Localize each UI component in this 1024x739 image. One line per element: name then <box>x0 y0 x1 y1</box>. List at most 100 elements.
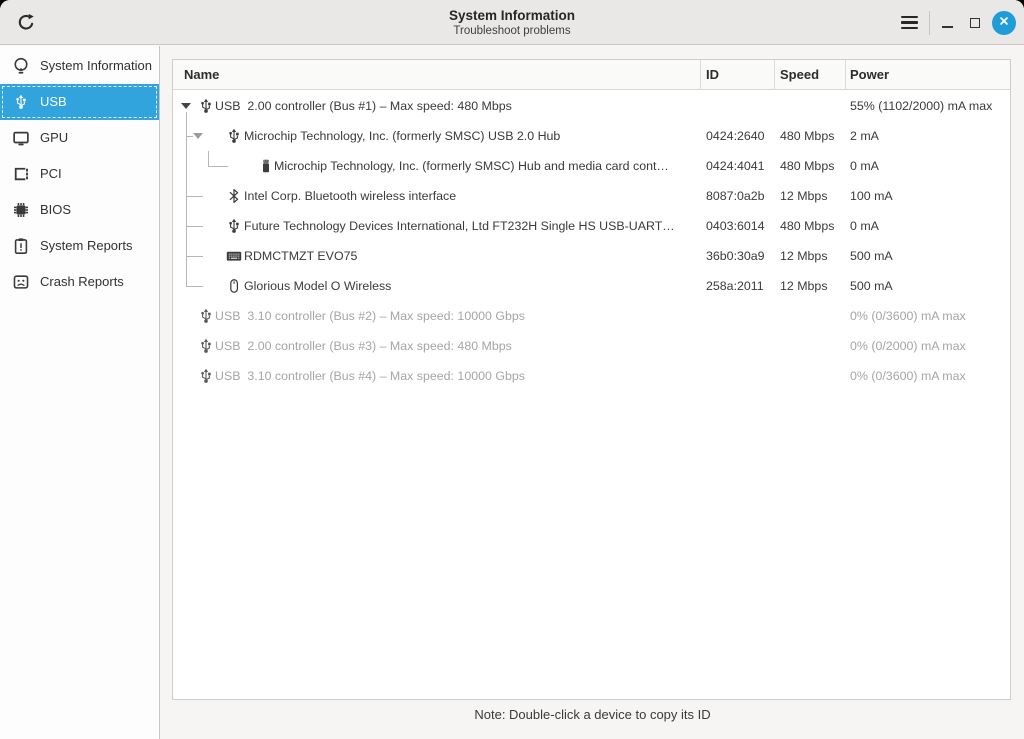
app-window: System Information Troubleshoot problems… <box>0 0 1024 739</box>
tree-line <box>186 226 203 227</box>
minimize-button[interactable] <box>936 9 958 37</box>
device-name: Microchip Technology, Inc. (formerly SMS… <box>274 159 669 173</box>
device-speed: 12 Mbps <box>780 279 828 293</box>
sidebar-item-system-reports[interactable]: System Reports <box>0 228 159 264</box>
maximize-icon <box>970 17 980 28</box>
device-speed: 12 Mbps <box>780 189 828 203</box>
device-id: 258a:2011 <box>706 279 764 293</box>
sidebar-item-label: System Reports <box>40 238 133 253</box>
minimize-icon <box>941 25 953 28</box>
device-id: 36b0:30a9 <box>706 249 765 263</box>
usb-icon <box>198 368 214 384</box>
usb-icon <box>226 218 242 234</box>
column-header-id[interactable]: ID <box>706 60 719 90</box>
crash-face-icon <box>12 273 30 291</box>
sidebar-item-crash-reports[interactable]: Crash Reports <box>0 264 159 300</box>
device-power: 0 mA <box>850 219 879 233</box>
usb-device-table: Name ID Speed Power USB 2.00 controller (Bu… <box>172 59 1011 700</box>
device-name: RDMCTMZT EVO75 <box>244 249 358 263</box>
device-name: Intel Corp. Bluetooth wireless interface <box>244 189 457 203</box>
device-power: 0% (0/3600) mA max <box>850 369 966 383</box>
table-body[interactable]: USB 2.00 controller (Bus #1) – Max speed… <box>173 91 1010 699</box>
device-id: 0424:2640 <box>706 129 765 143</box>
pci-card-icon <box>12 165 30 183</box>
display-icon <box>12 129 30 147</box>
tree-line <box>208 151 209 166</box>
close-button[interactable] <box>992 10 1016 35</box>
close-icon <box>998 15 1010 30</box>
device-row[interactable]: RDMCTMZT EVO75 36b0:30a9 12 Mbps 500 mA <box>173 241 1010 271</box>
device-speed: 480 Mbps <box>780 129 835 143</box>
tree-line <box>208 166 228 167</box>
sidebar-item-usb[interactable]: USB <box>0 84 159 120</box>
usb-icon <box>226 128 242 144</box>
sidebar-item-label: GPU <box>40 130 69 145</box>
device-id: 8087:0a2b <box>706 189 765 203</box>
titlebar[interactable]: System Information Troubleshoot problems <box>0 0 1024 45</box>
usb-icon <box>12 93 30 111</box>
device-row[interactable]: USB 3.10 controller (Bus #4) – Max speed… <box>173 361 1010 391</box>
device-name: Microchip Technology, Inc. (formerly SMS… <box>244 129 561 143</box>
column-header-power[interactable]: Power <box>850 60 889 90</box>
usb-icon <box>198 308 214 324</box>
column-separator <box>774 60 775 90</box>
flash-drive-icon <box>258 158 274 174</box>
mouse-icon <box>226 278 242 294</box>
expander-icon[interactable] <box>181 103 191 109</box>
footer-note: Note: Double-click a device to copy its … <box>474 707 711 722</box>
menu-button[interactable] <box>895 9 923 37</box>
device-id: 0424:4041 <box>706 159 765 173</box>
sidebar-item-system-information[interactable]: System Information <box>0 48 159 84</box>
sidebar-item-label: BIOS <box>40 202 72 217</box>
sidebar-item-label: Crash Reports <box>40 274 124 289</box>
device-row[interactable]: Future Technology Devices International,… <box>173 211 1010 241</box>
maximize-button[interactable] <box>964 9 986 37</box>
device-name: USB 3.10 controller (Bus #4) – Max speed… <box>215 369 525 383</box>
sidebar-item-bios[interactable]: BIOS <box>0 192 159 228</box>
device-power: 0% (0/3600) mA max <box>850 309 966 323</box>
sidebar-item-label: USB <box>40 94 67 109</box>
tree-line <box>186 196 203 197</box>
device-row[interactable]: Glorious Model O Wireless 258a:2011 12 Mbp… <box>173 271 1010 301</box>
sidebar-item-label: PCI <box>40 166 62 181</box>
sidebar-item-pci[interactable]: PCI <box>0 156 159 192</box>
device-speed: 12 Mbps <box>780 249 828 263</box>
window-controls <box>895 0 1016 45</box>
device-row[interactable]: Microchip Technology, Inc. (formerly SMS… <box>173 121 1010 151</box>
device-power: 100 mA <box>850 189 893 203</box>
chip-icon <box>12 201 30 219</box>
device-row[interactable]: USB 2.00 controller (Bus #3) – Max speed… <box>173 331 1010 361</box>
device-speed: 480 Mbps <box>780 219 835 233</box>
column-header-speed[interactable]: Speed <box>780 60 819 90</box>
refresh-icon <box>16 12 36 35</box>
device-row[interactable]: Microchip Technology, Inc. (formerly SMS… <box>173 151 1010 181</box>
column-header-name[interactable]: Name <box>184 60 219 90</box>
device-name: USB 2.00 controller (Bus #3) – Max speed… <box>215 339 512 353</box>
window-title: System Information <box>448 7 576 23</box>
expander-icon[interactable] <box>193 133 203 139</box>
bluetooth-icon <box>226 188 242 204</box>
device-row[interactable]: USB 2.00 controller (Bus #1) – Max speed… <box>173 91 1010 121</box>
device-name: USB 3.10 controller (Bus #2) – Max speed… <box>215 309 525 323</box>
sidebar-item-label: System Information <box>40 58 152 73</box>
main-panel: Name ID Speed Power USB 2.00 controller (Bu… <box>161 46 1024 739</box>
device-power: 2 mA <box>850 129 879 143</box>
usb-icon <box>198 338 214 354</box>
tree-line <box>186 136 193 137</box>
device-name: Glorious Model O Wireless <box>244 279 392 293</box>
tree-line <box>186 112 187 286</box>
column-separator <box>845 60 846 90</box>
refresh-button[interactable] <box>12 9 40 37</box>
device-row[interactable]: USB 3.10 controller (Bus #2) – Max speed… <box>173 301 1010 331</box>
device-row[interactable]: Intel Corp. Bluetooth wireless interface… <box>173 181 1010 211</box>
usb-icon <box>198 98 214 114</box>
keyboard-icon <box>226 248 242 264</box>
tree-line <box>186 286 203 287</box>
device-power: 55% (1102/2000) mA max <box>850 99 993 113</box>
sidebar-item-gpu[interactable]: GPU <box>0 120 159 156</box>
tree-line <box>186 256 203 257</box>
column-separator <box>700 60 701 90</box>
device-name: Future Technology Devices International,… <box>244 219 675 233</box>
device-name: USB 2.00 controller (Bus #1) – Max speed… <box>215 99 512 113</box>
window-title-group: System Information Troubleshoot problems <box>0 0 1024 45</box>
